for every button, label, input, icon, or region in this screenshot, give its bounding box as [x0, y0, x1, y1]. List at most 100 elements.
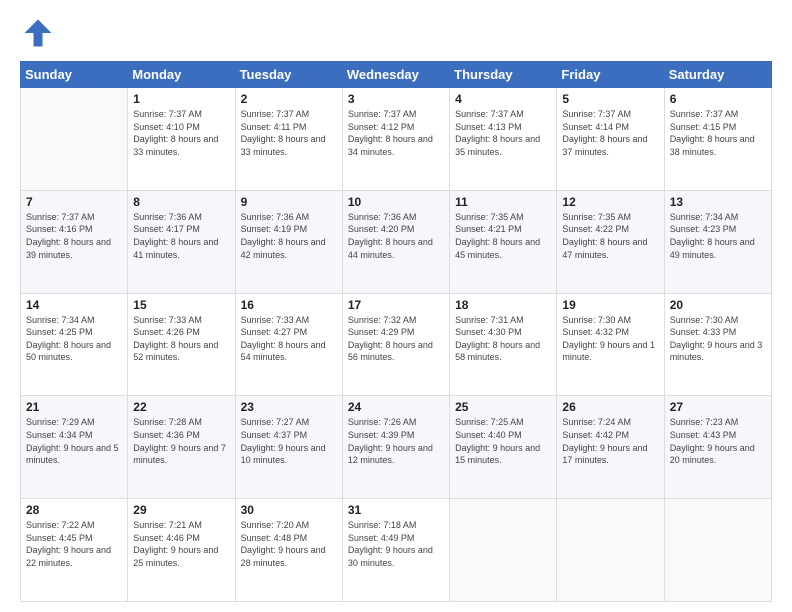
calendar-cell: 27 Sunrise: 7:23 AMSunset: 4:43 PMDayligh…: [664, 396, 771, 499]
day-info: Sunrise: 7:33 AMSunset: 4:26 PMDaylight:…: [133, 314, 229, 364]
page: SundayMondayTuesdayWednesdayThursdayFrid…: [0, 0, 792, 612]
calendar-cell: 1Sunrise: 7:37 AMSunset: 4:10 PMDaylight…: [128, 88, 235, 191]
calendar-cell: 21Sunrise: 7:29 AMSunset: 4:34 PMDayligh…: [21, 396, 128, 499]
calendar-cell: [557, 499, 664, 602]
day-info: Sunrise: 7:37 AMSunset: 4:15 PMDaylight:…: [670, 108, 766, 158]
calendar-cell: 19Sunrise: 7:30 AMSunset: 4:32 PMDayligh…: [557, 293, 664, 396]
day-info: Sunrise: 7:34 AMSunset: 4:25 PMDaylight:…: [26, 314, 122, 364]
calendar-cell: 26Sunrise: 7:24 AMSunset: 4:42 PMDayligh…: [557, 396, 664, 499]
day-number: 27: [670, 400, 766, 414]
calendar-cell: 30 Sunrise: 7:20 AMSunset: 4:48 PMDayligh…: [235, 499, 342, 602]
day-number: 25: [455, 400, 551, 414]
week-row-1: 7Sunrise: 7:37 AMSunset: 4:16 PMDaylight…: [21, 190, 772, 293]
week-row-4: 28 Sunrise: 7:22 AMSunset: 4:45 PMDayligh…: [21, 499, 772, 602]
day-info: Sunrise: 7:18 AMSunset: 4:49 PMDaylight:…: [348, 519, 444, 569]
day-number: 13: [670, 195, 766, 209]
day-number: 16: [241, 298, 337, 312]
calendar-cell: 17Sunrise: 7:32 AMSunset: 4:29 PMDayligh…: [342, 293, 449, 396]
day-info: Sunrise: 7:34 AMSunset: 4:23 PMDaylight:…: [670, 211, 766, 261]
calendar-cell: 9Sunrise: 7:36 AMSunset: 4:19 PMDaylight…: [235, 190, 342, 293]
day-info: Sunrise: 7:35 AMSunset: 4:22 PMDaylight:…: [562, 211, 658, 261]
day-number: 15: [133, 298, 229, 312]
day-info: Sunrise: 7:30 AMSunset: 4:33 PMDaylight:…: [670, 314, 766, 364]
calendar-cell: 22Sunrise: 7:28 AMSunset: 4:36 PMDayligh…: [128, 396, 235, 499]
day-info: Sunrise: 7:37 AMSunset: 4:13 PMDaylight:…: [455, 108, 551, 158]
day-number: 9: [241, 195, 337, 209]
day-info: Sunrise: 7:26 AMSunset: 4:39 PMDaylight:…: [348, 416, 444, 466]
day-number: 31: [348, 503, 444, 517]
day-number: 2: [241, 92, 337, 106]
day-number: 4: [455, 92, 551, 106]
calendar-cell: 5 Sunrise: 7:37 AMSunset: 4:14 PMDaylight…: [557, 88, 664, 191]
day-number: 11: [455, 195, 551, 209]
calendar-cell: 4 Sunrise: 7:37 AMSunset: 4:13 PMDaylight…: [450, 88, 557, 191]
day-info: Sunrise: 7:37 AMSunset: 4:14 PMDaylight:…: [562, 108, 658, 158]
day-number: 12: [562, 195, 658, 209]
day-info: Sunrise: 7:33 AMSunset: 4:27 PMDaylight:…: [241, 314, 337, 364]
day-info: Sunrise: 7:20 AMSunset: 4:48 PMDaylight:…: [241, 519, 337, 569]
calendar-cell: [450, 499, 557, 602]
day-number: 23: [241, 400, 337, 414]
weekday-header-friday: Friday: [557, 62, 664, 88]
day-info: Sunrise: 7:36 AMSunset: 4:20 PMDaylight:…: [348, 211, 444, 261]
calendar-cell: 16 Sunrise: 7:33 AMSunset: 4:27 PMDayligh…: [235, 293, 342, 396]
day-number: 28: [26, 503, 122, 517]
calendar-cell: 18Sunrise: 7:31 AMSunset: 4:30 PMDayligh…: [450, 293, 557, 396]
calendar-cell: [664, 499, 771, 602]
day-info: Sunrise: 7:32 AMSunset: 4:29 PMDaylight:…: [348, 314, 444, 364]
weekday-header-wednesday: Wednesday: [342, 62, 449, 88]
day-info: Sunrise: 7:27 AMSunset: 4:37 PMDaylight:…: [241, 416, 337, 466]
day-info: Sunrise: 7:21 AMSunset: 4:46 PMDaylight:…: [133, 519, 229, 569]
day-number: 19: [562, 298, 658, 312]
day-number: 29: [133, 503, 229, 517]
day-number: 14: [26, 298, 122, 312]
calendar-cell: 3 Sunrise: 7:37 AMSunset: 4:12 PMDaylight…: [342, 88, 449, 191]
weekday-header-row: SundayMondayTuesdayWednesdayThursdayFrid…: [21, 62, 772, 88]
calendar-cell: 7Sunrise: 7:37 AMSunset: 4:16 PMDaylight…: [21, 190, 128, 293]
calendar-cell: 23 Sunrise: 7:27 AMSunset: 4:37 PMDayligh…: [235, 396, 342, 499]
day-info: Sunrise: 7:25 AMSunset: 4:40 PMDaylight:…: [455, 416, 551, 466]
day-number: 18: [455, 298, 551, 312]
calendar-cell: [21, 88, 128, 191]
calendar-cell: 28 Sunrise: 7:22 AMSunset: 4:45 PMDayligh…: [21, 499, 128, 602]
calendar-cell: 31 Sunrise: 7:18 AMSunset: 4:49 PMDayligh…: [342, 499, 449, 602]
week-row-2: 14 Sunrise: 7:34 AMSunset: 4:25 PMDayligh…: [21, 293, 772, 396]
calendar-cell: 20 Sunrise: 7:30 AMSunset: 4:33 PMDayligh…: [664, 293, 771, 396]
weekday-header-tuesday: Tuesday: [235, 62, 342, 88]
day-info: Sunrise: 7:23 AMSunset: 4:43 PMDaylight:…: [670, 416, 766, 466]
week-row-0: 1Sunrise: 7:37 AMSunset: 4:10 PMDaylight…: [21, 88, 772, 191]
calendar-cell: 11 Sunrise: 7:35 AMSunset: 4:21 PMDayligh…: [450, 190, 557, 293]
day-number: 8: [133, 195, 229, 209]
calendar-cell: 24 Sunrise: 7:26 AMSunset: 4:39 PMDayligh…: [342, 396, 449, 499]
week-row-3: 21Sunrise: 7:29 AMSunset: 4:34 PMDayligh…: [21, 396, 772, 499]
calendar-cell: 6 Sunrise: 7:37 AMSunset: 4:15 PMDaylight…: [664, 88, 771, 191]
day-number: 20: [670, 298, 766, 312]
calendar: SundayMondayTuesdayWednesdayThursdayFrid…: [20, 61, 772, 602]
day-number: 21: [26, 400, 122, 414]
day-info: Sunrise: 7:37 AMSunset: 4:11 PMDaylight:…: [241, 108, 337, 158]
day-info: Sunrise: 7:37 AMSunset: 4:12 PMDaylight:…: [348, 108, 444, 158]
day-info: Sunrise: 7:24 AMSunset: 4:42 PMDaylight:…: [562, 416, 658, 466]
calendar-cell: 13 Sunrise: 7:34 AMSunset: 4:23 PMDayligh…: [664, 190, 771, 293]
logo-icon: [20, 15, 56, 51]
weekday-header-sunday: Sunday: [21, 62, 128, 88]
day-info: Sunrise: 7:37 AMSunset: 4:10 PMDaylight:…: [133, 108, 229, 158]
calendar-cell: 25 Sunrise: 7:25 AMSunset: 4:40 PMDayligh…: [450, 396, 557, 499]
day-number: 6: [670, 92, 766, 106]
day-info: Sunrise: 7:22 AMSunset: 4:45 PMDaylight:…: [26, 519, 122, 569]
day-info: Sunrise: 7:35 AMSunset: 4:21 PMDaylight:…: [455, 211, 551, 261]
calendar-cell: 29 Sunrise: 7:21 AMSunset: 4:46 PMDayligh…: [128, 499, 235, 602]
calendar-cell: 15 Sunrise: 7:33 AMSunset: 4:26 PMDayligh…: [128, 293, 235, 396]
day-number: 5: [562, 92, 658, 106]
day-number: 10: [348, 195, 444, 209]
calendar-cell: 12 Sunrise: 7:35 AMSunset: 4:22 PMDayligh…: [557, 190, 664, 293]
logo: [20, 15, 60, 51]
calendar-cell: 14 Sunrise: 7:34 AMSunset: 4:25 PMDayligh…: [21, 293, 128, 396]
day-number: 3: [348, 92, 444, 106]
day-number: 30: [241, 503, 337, 517]
day-info: Sunrise: 7:28 AMSunset: 4:36 PMDaylight:…: [133, 416, 229, 466]
day-info: Sunrise: 7:36 AMSunset: 4:17 PMDaylight:…: [133, 211, 229, 261]
weekday-header-saturday: Saturday: [664, 62, 771, 88]
header: [20, 15, 772, 51]
day-number: 24: [348, 400, 444, 414]
